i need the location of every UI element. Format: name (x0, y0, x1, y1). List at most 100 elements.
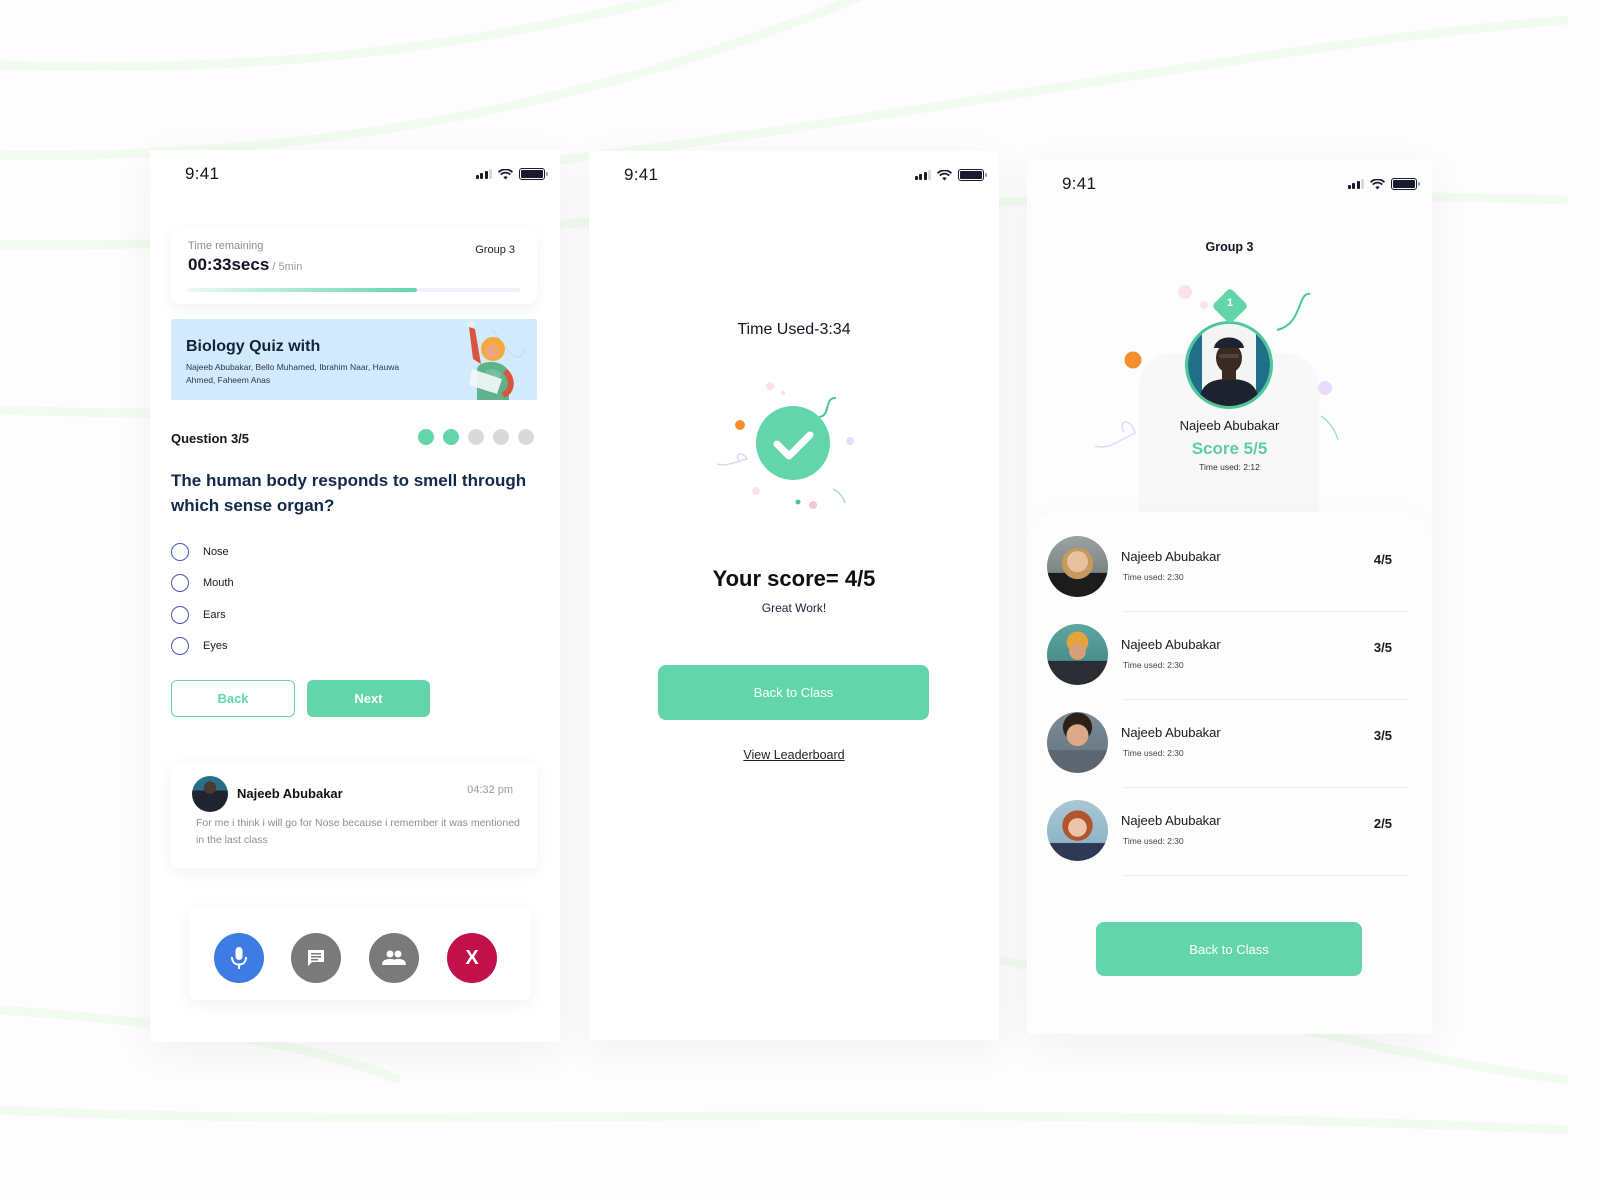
battery-icon (1391, 178, 1420, 190)
avatar (1188, 324, 1270, 406)
wifi-icon (937, 169, 952, 180)
option-label: Nose (203, 545, 229, 558)
status-time: 9:41 (185, 164, 220, 183)
rank-number: 1 (1226, 297, 1234, 309)
quiz-title: Biology Quiz with (186, 338, 321, 355)
status-bar: 9:41 (589, 165, 999, 195)
participants-button[interactable] (369, 933, 419, 983)
player-score: 3/5 (1373, 640, 1392, 655)
call-controls: X (189, 908, 531, 1000)
wifi-icon (498, 168, 513, 179)
avatar (1047, 624, 1108, 685)
people-icon (382, 950, 406, 965)
wifi-icon (1370, 178, 1385, 189)
status-time: 9:41 (1062, 174, 1097, 193)
result-screen: 9:41 Time Used-3:34 Your score= 4/5 Grea… (589, 151, 999, 1040)
leaderboard-row[interactable]: Najeeb Abubakar Time used: 2:30 2/5 (1047, 788, 1412, 876)
progress-dot (518, 429, 534, 445)
timer-progress-bar (188, 288, 520, 292)
next-button[interactable]: Next (307, 680, 430, 717)
player-name: Najeeb Abubakar (1121, 637, 1221, 652)
chat-icon (308, 950, 324, 966)
player-name: Najeeb Abubakar (1121, 725, 1221, 740)
status-bar: 9:41 (1027, 174, 1432, 204)
back-to-class-button[interactable]: Back to Class (1096, 922, 1362, 976)
signal-icon (914, 170, 931, 180)
quiz-members: Najeeb Abubakar, Bello Muhamed, Ibrahim … (186, 362, 400, 385)
player-time: Time used: 2:30 (1123, 572, 1184, 582)
winner-score: Score 5/5 (1191, 439, 1268, 458)
winner-time: Time used: 2:12 (1199, 462, 1260, 472)
option-label: Eyes (203, 640, 228, 653)
option-eyes[interactable]: Eyes (171, 631, 234, 663)
signal-icon (475, 169, 492, 179)
answer-options: Nose Mouth Ears Eyes (171, 536, 234, 662)
question-progress-dots (418, 429, 534, 445)
signal-icon (1347, 179, 1364, 189)
leaderboard-screen: 9:41 Group 3 1 Najeeb Abubakar Score 5/5… (1027, 160, 1432, 1034)
student-illustration (466, 319, 526, 400)
option-label: Ears (203, 608, 226, 621)
radio-button[interactable] (171, 605, 189, 624)
option-ears[interactable]: Ears (171, 599, 234, 631)
comment-author: Najeeb Abubakar (237, 786, 343, 801)
check-circle (756, 406, 830, 480)
timer-label: Time remaining (188, 240, 264, 252)
avatar (1047, 800, 1108, 861)
timer-card: Time remaining 00:33secs / 5min Group 3 (171, 228, 537, 304)
back-button[interactable]: Back (171, 680, 295, 717)
group-title: Group 3 (1205, 240, 1254, 254)
player-name: Najeeb Abubakar (1121, 549, 1221, 564)
chat-button[interactable] (291, 933, 341, 983)
player-time: Time used: 2:30 (1123, 660, 1184, 670)
avatar (1047, 712, 1108, 773)
quiz-screen: 9:41 Time remaining 00:33secs / 5min Gro… (150, 150, 560, 1042)
view-leaderboard-link[interactable]: View Leaderboard (589, 748, 999, 762)
radio-button[interactable] (171, 574, 189, 593)
option-mouth[interactable]: Mouth (171, 568, 234, 600)
avatar (1047, 536, 1108, 597)
status-bar: 9:41 (150, 164, 560, 194)
progress-dot (468, 429, 484, 445)
option-nose[interactable]: Nose (171, 536, 234, 568)
comment-card: Najeeb Abubakar 04:32 pm For me i think … (171, 762, 537, 868)
quiz-banner: Biology Quiz with Najeeb Abubakar, Bello… (171, 319, 537, 400)
mic-button[interactable] (214, 933, 264, 983)
timer-progress-fill (188, 288, 418, 292)
timer-value: 00:33secs / 5min (188, 255, 302, 275)
comment-time: 04:32 pm (467, 784, 513, 796)
progress-dot (493, 429, 509, 445)
player-name: Najeeb Abubakar (1121, 813, 1221, 828)
success-check-illustration (716, 382, 854, 509)
close-icon: X (465, 946, 479, 969)
winner-avatar (1185, 321, 1273, 409)
question-counter: Question 3/5 (171, 431, 250, 446)
leaderboard-row[interactable]: Najeeb Abubakar Time used: 2:30 4/5 (1047, 524, 1412, 612)
player-score: 4/5 (1373, 552, 1392, 567)
avatar (192, 776, 228, 812)
comment-text: For me i think i will go for Nose becaus… (196, 817, 520, 846)
radio-button[interactable] (171, 542, 189, 561)
player-time: Time used: 2:30 (1123, 748, 1184, 758)
player-score: 2/5 (1373, 816, 1392, 831)
back-to-class-button[interactable]: Back to Class (658, 665, 929, 720)
winner-name: Najeeb Abubakar (1179, 418, 1280, 433)
leaderboard-row[interactable]: Najeeb Abubakar Time used: 2:30 3/5 (1047, 612, 1412, 700)
battery-icon (519, 168, 548, 180)
player-time: Time used: 2:30 (1123, 836, 1184, 846)
option-label: Mouth (203, 577, 234, 590)
timer-remaining: 00:33secs (188, 255, 270, 274)
progress-dot (418, 429, 434, 445)
leaderboard-row[interactable]: Najeeb Abubakar Time used: 2:30 3/5 (1047, 700, 1412, 788)
end-call-button[interactable]: X (447, 933, 497, 983)
radio-button[interactable] (171, 637, 189, 656)
question-text: The human body responds to smell through… (171, 471, 527, 515)
group-label: Group 3 (475, 244, 515, 256)
status-time: 9:41 (624, 165, 659, 184)
player-score: 3/5 (1373, 728, 1392, 743)
battery-icon (958, 169, 987, 181)
time-used: Time Used-3:34 (737, 321, 851, 338)
score-title: Your score= 4/5 (712, 566, 876, 591)
divider (1123, 875, 1408, 876)
progress-dot (443, 429, 459, 445)
